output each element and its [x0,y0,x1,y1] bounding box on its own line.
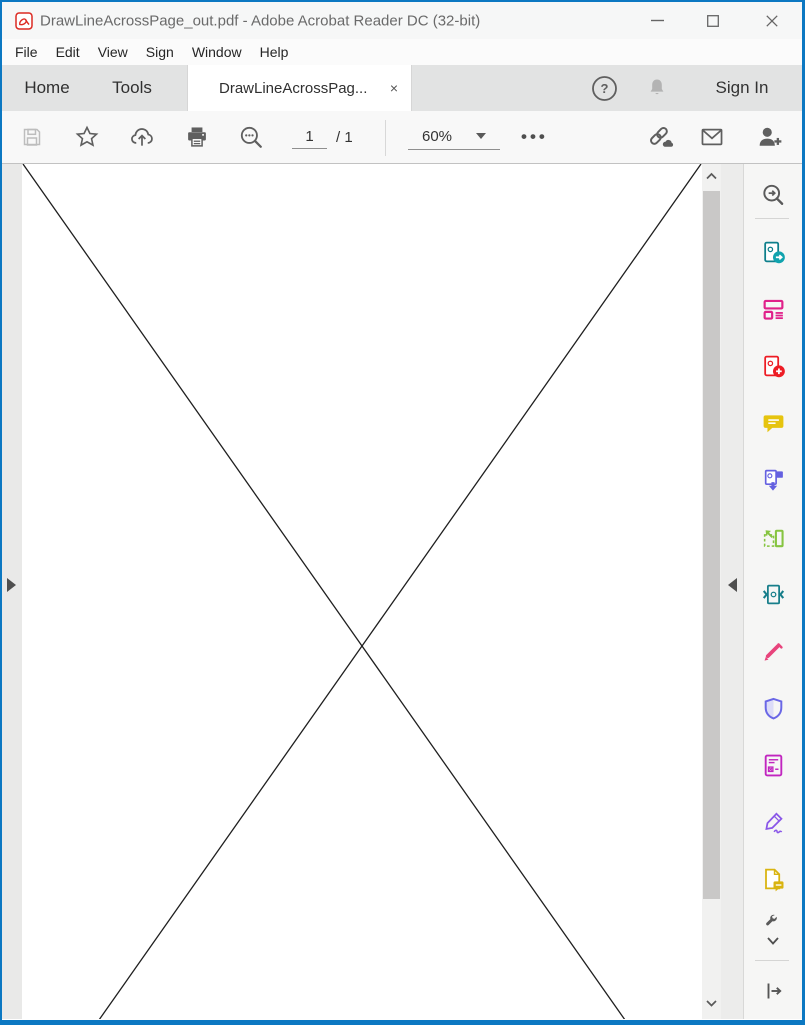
tab-tools[interactable]: Tools [92,65,172,111]
send-for-comments-icon[interactable] [756,864,790,894]
acrobat-window: DrawLineAcrossPage_out.pdf - Adobe Acrob… [0,0,805,1025]
menu-view[interactable]: View [89,41,137,63]
expand-navigation-pane-icon[interactable] [7,578,16,592]
tab-document-active[interactable]: DrawLineAcrossPag... × [187,65,412,111]
export-pdf-icon[interactable] [756,237,790,267]
left-pane-gutter [2,164,22,1019]
tools-pane-handle [721,164,744,1019]
fill-and-sign-icon[interactable] [756,807,790,837]
menu-sign[interactable]: Sign [137,41,183,63]
comment-icon[interactable] [756,408,790,438]
cloud-upload-icon[interactable] [128,124,156,150]
menu-edit[interactable]: Edit [47,41,89,63]
edit-pdf-icon[interactable] [756,294,790,324]
content-area [2,164,802,1019]
acrobat-logo-icon [15,12,33,35]
document-tab-label: DrawLineAcrossPag... [219,80,367,97]
combine-files-icon[interactable] [756,465,790,495]
rail-divider [755,960,789,961]
minimize-button[interactable] [634,2,680,39]
help-icon[interactable]: ? [591,75,618,102]
create-pdf-icon[interactable] [756,351,790,381]
favorite-star-icon[interactable] [74,124,100,150]
tab-bar: Home Tools DrawLineAcrossPag... × ? Sign… [2,65,802,111]
rail-chevron-down-icon[interactable] [756,934,790,948]
more-tools-icon[interactable] [756,912,790,932]
scrollbar-thumb[interactable] [703,191,720,899]
collapse-tools-pane-icon[interactable] [728,578,737,592]
zoom-search-icon[interactable] [238,124,264,150]
print-icon[interactable] [184,124,210,150]
sign-in-button[interactable]: Sign In [692,65,792,111]
protect-icon[interactable] [756,693,790,723]
notifications-bell-icon[interactable] [644,76,670,100]
scroll-up-icon[interactable] [703,169,720,187]
redact-icon[interactable] [756,636,790,666]
menu-window[interactable]: Window [183,41,251,63]
search-tools-icon[interactable] [756,180,790,210]
maximize-button[interactable] [690,2,736,39]
menu-bar: File Edit View Sign Window Help [2,39,802,65]
pdf-page[interactable] [22,164,702,1019]
share-link-icon[interactable] [645,123,675,151]
document-tab-close-icon[interactable]: × [390,80,411,96]
menu-help[interactable]: Help [251,41,298,63]
organize-pages-icon[interactable] [756,522,790,552]
vertical-scrollbar[interactable] [702,164,721,1019]
page-number-input[interactable] [292,125,327,149]
email-icon[interactable] [697,124,727,150]
chevron-down-icon [476,133,486,139]
close-button[interactable] [749,2,795,39]
title-bar: DrawLineAcrossPage_out.pdf - Adobe Acrob… [2,2,802,39]
tab-home[interactable]: Home [2,65,92,111]
expand-tools-pane-icon[interactable] [756,976,790,1006]
zoom-level-select[interactable]: 60% [408,123,500,150]
zoom-level-value: 60% [422,128,452,145]
window-title: DrawLineAcrossPage_out.pdf - Adobe Acrob… [40,12,480,29]
menu-file[interactable]: File [6,41,47,63]
page-count-label: / 1 [336,111,353,164]
svg-text:?: ? [601,81,609,96]
compress-pdf-icon[interactable] [756,579,790,609]
scroll-down-icon[interactable] [703,996,720,1014]
toolbar: / 1 60% ••• [2,111,802,164]
diagonal-cross-lines [22,164,702,1019]
more-options-icon[interactable]: ••• [521,127,548,147]
tools-rail [744,164,802,1019]
save-icon[interactable] [20,125,44,149]
rail-divider [755,218,789,219]
toolbar-divider [385,120,386,156]
person-add-icon[interactable] [755,123,783,151]
prepare-form-icon[interactable] [756,750,790,780]
